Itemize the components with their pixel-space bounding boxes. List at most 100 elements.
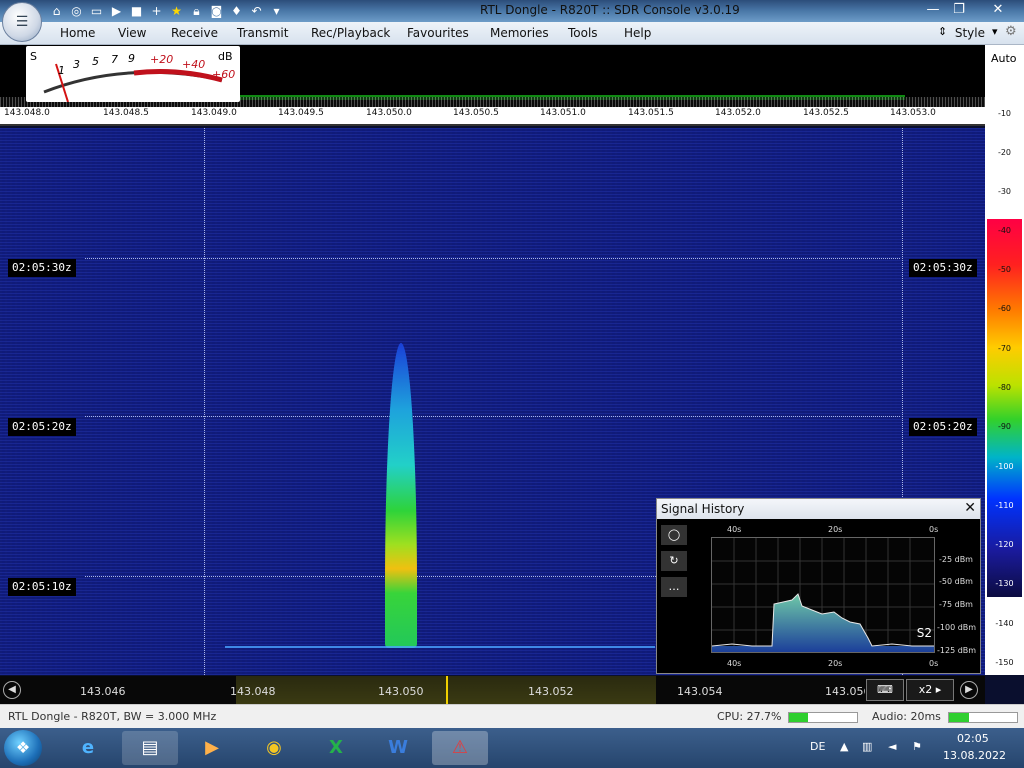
title-bar: ☰ ⌂ ◎ ▭ ▶ ■ + ★ 🔒︎ ◙ ♦ ↶ ▾ RTL Dongle - …: [0, 0, 1024, 42]
db-tick: -30: [997, 187, 1012, 196]
tab-home[interactable]: Home: [60, 26, 95, 40]
media-player-icon[interactable]: ▶: [184, 731, 240, 765]
tab-tools[interactable]: Tools: [568, 26, 598, 40]
freq-tick: 143.050.0: [366, 108, 412, 118]
minimize-icon[interactable]: —: [920, 0, 946, 20]
s-meter: S dB 1 3 5 7 9 +20 +40 +60: [26, 46, 240, 103]
language-indicator[interactable]: DE: [810, 740, 825, 753]
sdr-console-icon[interactable]: ⚠: [432, 731, 488, 765]
zoom-selector[interactable]: x2 ▸: [906, 679, 954, 701]
freq-tick: 143.051.0: [540, 108, 586, 118]
db-tick: -110: [995, 501, 1014, 510]
star-icon[interactable]: ★: [168, 3, 185, 19]
freq-tick: 143.049.5: [278, 108, 324, 118]
tab-transmit[interactable]: Transmit: [237, 26, 288, 40]
gear-icon[interactable]: ⚙: [1005, 24, 1017, 39]
freq-tick: 143.050.5: [453, 108, 499, 118]
device-status: RTL Dongle - R820T, BW = 3.000 MHz: [8, 710, 217, 723]
close-icon[interactable]: ✕: [985, 0, 1011, 20]
show-hidden-icons[interactable]: ▲: [840, 740, 848, 753]
s-meter-db-label: dB: [218, 50, 233, 63]
tab-rec-playback[interactable]: Rec/Playback: [311, 26, 390, 40]
timestamp-left: 02:05:10z: [8, 578, 76, 596]
audio-bar: [948, 712, 1018, 723]
file-explorer-icon[interactable]: ▤: [122, 731, 178, 765]
dropdown-icon[interactable]: ▾: [268, 3, 285, 19]
time-label: 20s: [828, 525, 843, 534]
help-ring-icon[interactable]: ◎: [68, 3, 85, 19]
keyboard-icon[interactable]: ⌨: [866, 679, 904, 701]
s-meter-tick: +20: [150, 53, 174, 66]
s-meter-tick: 3: [73, 58, 80, 71]
lock-icon[interactable]: 🔒︎: [188, 3, 205, 19]
word-icon[interactable]: W: [370, 731, 426, 765]
tab-help[interactable]: Help: [624, 26, 651, 40]
db-tick: -130: [995, 579, 1014, 588]
application-menu-button[interactable]: ☰: [2, 2, 42, 42]
camera-icon[interactable]: ◙: [208, 3, 225, 19]
tune-freq: 143.046: [80, 685, 126, 698]
tune-freq: 143.054: [677, 685, 723, 698]
time-label: 40s: [727, 525, 742, 534]
internet-explorer-icon[interactable]: e: [60, 731, 116, 765]
level-label: -125 dBm: [937, 646, 977, 655]
maximize-icon[interactable]: ❐: [946, 0, 972, 20]
volume-icon[interactable]: ◄: [888, 740, 896, 753]
rewind-icon[interactable]: ◀: [3, 681, 21, 699]
signal-history-plot: S2: [711, 537, 935, 653]
clock-time[interactable]: 02:05: [957, 732, 989, 745]
db-scale[interactable]: Auto -10 -20 -30 -40 -50 -60 -70 -80 -90…: [985, 45, 1024, 675]
freq-tick: 143.052.0: [715, 108, 761, 118]
level-label: -50 dBm: [939, 577, 973, 586]
frequency-axis[interactable]: 143.048.0 143.048.5 143.049.0 143.049.5 …: [0, 107, 985, 126]
forward-icon[interactable]: ▶: [960, 681, 978, 699]
db-tick: -80: [997, 383, 1012, 392]
timestamp-right: 02:05:20z: [909, 418, 977, 436]
grid-vline: [204, 128, 205, 675]
folder-icon[interactable]: ▭: [88, 3, 105, 19]
drop-icon[interactable]: ♦: [228, 3, 245, 19]
record-icon[interactable]: ◯: [661, 525, 687, 545]
close-icon[interactable]: ✕: [964, 500, 976, 516]
play-icon[interactable]: ▶: [108, 3, 125, 19]
signal-history-panel[interactable]: Signal History ✕ ◯ ↻ … 40s 20s 0s S2 -25…: [656, 498, 981, 674]
timestamp-left: 02:05:20z: [8, 418, 76, 436]
clock-date[interactable]: 13.08.2022: [943, 749, 1006, 762]
signal-history-header: Signal History ✕: [657, 499, 980, 519]
s-reading: S2: [916, 626, 932, 640]
db-tick: -20: [997, 148, 1012, 157]
s-meter-s-label: S: [30, 50, 37, 63]
plus-icon[interactable]: +: [148, 3, 165, 19]
ribbon-tabs: Home View Receive Transmit Rec/Playback …: [0, 22, 1024, 45]
style-chevron-icon[interactable]: ⇕: [938, 25, 947, 38]
db-tick: -120: [995, 540, 1014, 549]
tuning-bar[interactable]: ◀ 143.046 143.048 143.050 143.052 143.05…: [0, 676, 985, 704]
carrier-line: [225, 646, 655, 648]
more-icon[interactable]: …: [661, 577, 687, 597]
dropdown-arrow-icon[interactable]: ▾: [992, 25, 998, 38]
auto-scale-button[interactable]: Auto: [991, 52, 1017, 65]
refresh-icon[interactable]: ↻: [661, 551, 687, 571]
stop-icon[interactable]: ■: [128, 3, 145, 19]
style-menu[interactable]: Style: [955, 26, 985, 40]
window-title: RTL Dongle - R820T :: SDR Console v3.0.1…: [480, 3, 740, 17]
time-label: 40s: [727, 659, 742, 668]
tab-memories[interactable]: Memories: [490, 26, 549, 40]
level-label: -100 dBm: [937, 623, 977, 632]
tab-receive[interactable]: Receive: [171, 26, 218, 40]
time-label: 0s: [929, 659, 939, 668]
excel-icon[interactable]: X: [308, 731, 364, 765]
start-button[interactable]: ❖: [4, 730, 42, 766]
undo-icon[interactable]: ↶: [248, 3, 265, 19]
freq-tick: 143.051.5: [628, 108, 674, 118]
network-icon[interactable]: ▥: [862, 740, 872, 753]
tab-view[interactable]: View: [118, 26, 146, 40]
freq-tick: 143.048.0: [4, 108, 50, 118]
home-icon[interactable]: ⌂: [48, 3, 65, 19]
chrome-icon[interactable]: ◉: [246, 731, 302, 765]
tab-favourites[interactable]: Favourites: [407, 26, 469, 40]
s-meter-tick: 7: [111, 53, 118, 66]
signal-trace: [385, 343, 417, 648]
action-center-icon[interactable]: ⚑: [912, 740, 922, 753]
level-label: -25 dBm: [939, 555, 973, 564]
